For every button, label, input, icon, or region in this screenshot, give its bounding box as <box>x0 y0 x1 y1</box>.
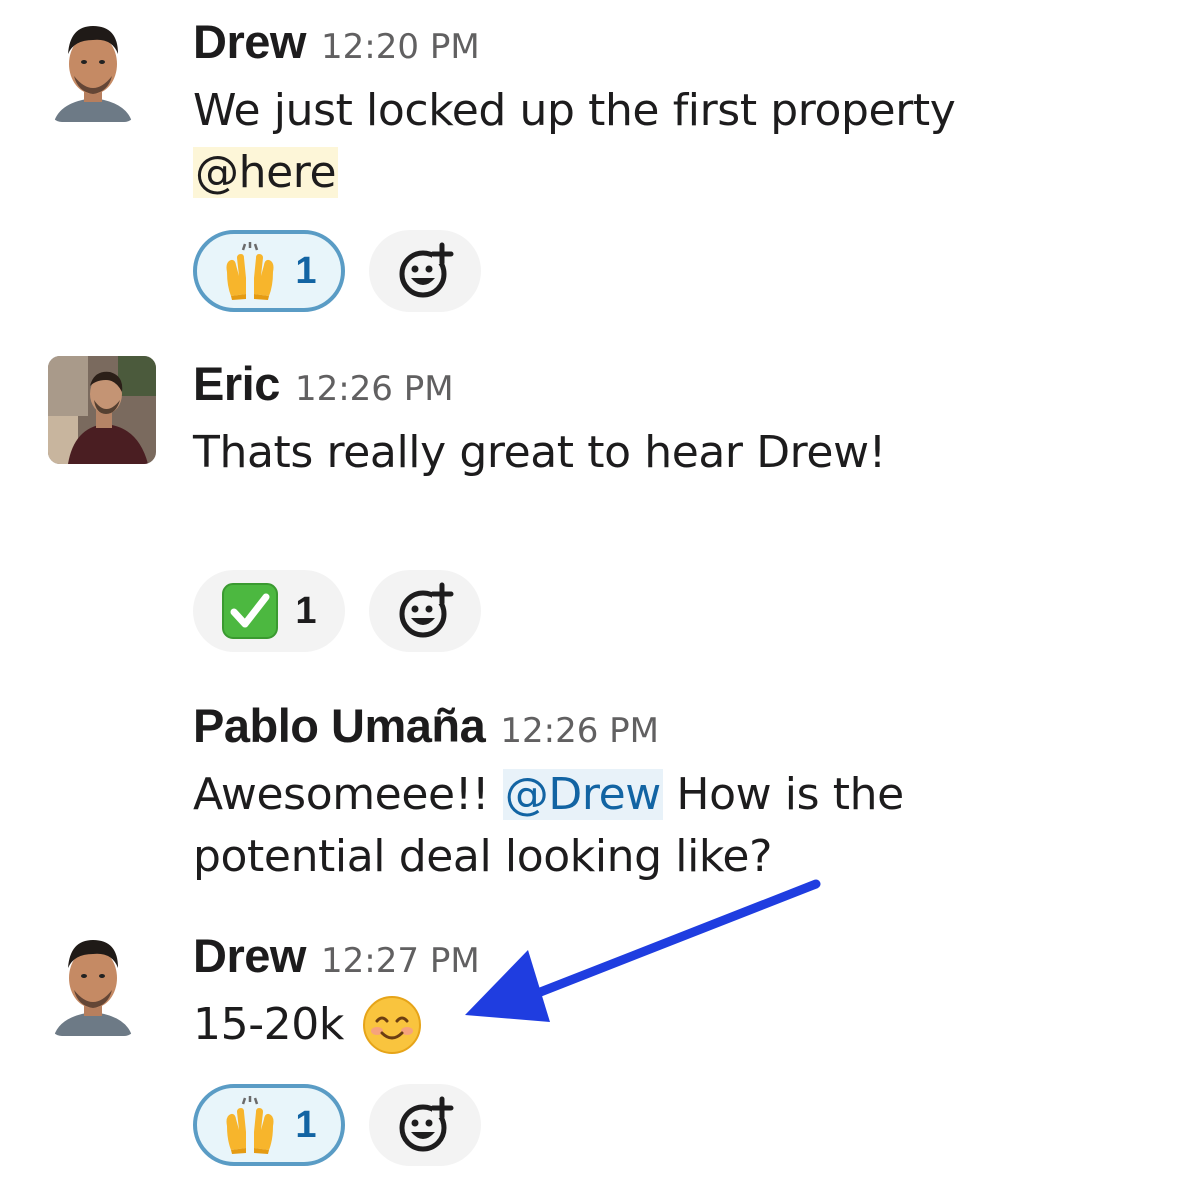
author-name[interactable]: Drew <box>193 929 306 982</box>
add-reaction-button[interactable] <box>369 570 481 652</box>
drew-mention[interactable]: @Drew <box>502 769 663 820</box>
message-time[interactable]: 12:26 PM <box>500 711 659 751</box>
author-name[interactable]: Pablo Umaña <box>193 699 486 752</box>
add-reaction-button[interactable] <box>369 1084 481 1166</box>
message-time[interactable]: 12:20 PM <box>321 27 480 67</box>
message-time[interactable]: 12:27 PM <box>321 941 480 981</box>
add-reaction-button[interactable] <box>369 230 481 312</box>
text-segment: How is the <box>662 769 904 820</box>
author-name[interactable]: Eric <box>193 357 280 410</box>
reaction-count: 1 <box>295 249 317 292</box>
message-text: 15-20k <box>193 994 422 1056</box>
raised-hands-icon <box>226 242 274 300</box>
text-segment: Awesomeee!! <box>193 769 503 820</box>
add-reaction-icon <box>399 582 454 638</box>
reaction-raised-hands[interactable]: 1 <box>193 230 345 312</box>
message-line: Thats really great to hear Drew! <box>193 427 886 478</box>
message-line: 15-20k <box>193 999 344 1050</box>
message-line: potential deal looking like? <box>193 831 773 882</box>
eric-avatar[interactable] <box>48 356 156 464</box>
smiling-face-icon <box>362 996 421 1054</box>
reaction-count: 1 <box>295 1103 317 1146</box>
message-header: Drew 12:27 PM <box>193 928 480 983</box>
reaction-raised-hands[interactable]: 1 <box>193 1084 345 1166</box>
message-text: We just locked up the first property @he… <box>193 80 956 204</box>
reaction-check-mark[interactable]: 1 <box>193 570 345 652</box>
reaction-bar: 1 <box>193 570 481 652</box>
eric-avatar-image <box>48 356 156 464</box>
reaction-bar: 1 <box>193 230 481 312</box>
message-text: Thats really great to hear Drew! <box>193 422 886 484</box>
drew-avatar[interactable] <box>50 928 136 1036</box>
message-text: Awesomeee!! @Drew How is the potential d… <box>193 764 904 888</box>
message-line: Awesomeee!! @Drew How is the <box>193 764 904 826</box>
author-name[interactable]: Drew <box>193 15 306 68</box>
here-mention[interactable]: @here <box>193 147 339 198</box>
add-reaction-icon <box>399 242 454 298</box>
message-header: Drew 12:20 PM <box>193 14 480 69</box>
message-line: We just locked up the first property <box>193 85 956 136</box>
message-header: Eric 12:26 PM <box>193 356 454 411</box>
raised-hands-icon <box>226 1096 274 1154</box>
drew-avatar-image <box>50 928 136 1036</box>
add-reaction-icon <box>399 1096 454 1152</box>
message-time[interactable]: 12:26 PM <box>295 369 454 409</box>
drew-avatar[interactable] <box>50 14 136 122</box>
drew-avatar-image <box>50 14 136 122</box>
reaction-count: 1 <box>295 589 317 632</box>
reaction-bar: 1 <box>193 1084 481 1166</box>
white-check-mark-icon <box>222 583 279 639</box>
message-header: Pablo Umaña 12:26 PM <box>193 698 659 753</box>
